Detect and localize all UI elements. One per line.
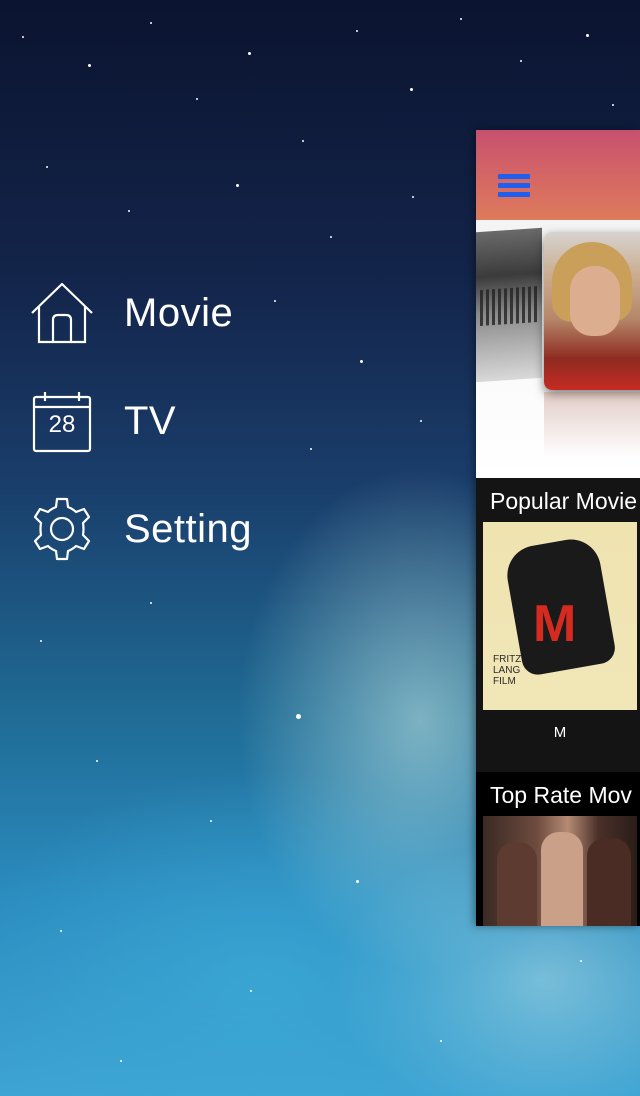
navigation-bar [476, 130, 640, 220]
hamburger-menu-icon[interactable] [498, 174, 530, 200]
star [210, 820, 212, 822]
star [248, 52, 251, 55]
star [40, 640, 42, 642]
star [410, 88, 413, 91]
star [296, 714, 301, 719]
star [96, 760, 98, 762]
poster-text: FRITZ LANG FILM [493, 654, 522, 687]
star [356, 30, 358, 32]
section-title: Popular Movie [490, 488, 638, 514]
star [440, 1040, 442, 1042]
banner-poster-featured[interactable] [544, 232, 640, 390]
star [274, 300, 276, 302]
calendar-day-number: 28 [48, 411, 76, 438]
movie-poster[interactable]: M FRITZ LANG FILM [483, 522, 637, 710]
main-content-panel[interactable]: Popular Movie M FRITZ LANG FILM M Top Rate… [476, 130, 640, 926]
star [412, 196, 414, 198]
app-screen: Movie 28 TV Setting Popular Movie M FRIT… [0, 0, 640, 1096]
popular-movie-section: Popular Movie M FRITZ LANG FILM M [476, 478, 640, 772]
featured-banner[interactable] [476, 220, 640, 478]
star [22, 36, 24, 38]
star [586, 34, 589, 37]
star [330, 236, 332, 238]
drawer-item-label: Setting [124, 506, 253, 551]
banner-reflection [544, 392, 640, 472]
section-title: Top Rate Mov [490, 782, 632, 808]
drawer-item-setting[interactable]: Setting [28, 494, 252, 564]
poster-letter: M [533, 595, 577, 653]
star [460, 18, 462, 20]
top-rated-movie-section: Top Rate Mov [476, 772, 640, 926]
star [46, 166, 48, 168]
star [196, 98, 198, 100]
drawer-item-label: Movie [124, 290, 234, 335]
star [60, 930, 62, 932]
gear-icon [28, 495, 96, 563]
star [310, 448, 312, 450]
banner-poster-left[interactable] [476, 227, 542, 383]
star [612, 104, 614, 106]
star [236, 184, 239, 187]
drawer-item-movie[interactable]: Movie [28, 278, 233, 348]
star [88, 64, 91, 67]
star [356, 880, 359, 883]
star [128, 210, 130, 212]
star [120, 1060, 122, 1062]
movie-poster[interactable] [483, 816, 637, 926]
calendar-icon: 28 [28, 387, 96, 455]
home-icon [28, 279, 96, 347]
star [420, 420, 422, 422]
star [520, 60, 522, 62]
drawer-item-tv[interactable]: 28 TV [28, 386, 176, 456]
star [250, 990, 252, 992]
star [580, 960, 582, 962]
drawer-item-label: TV [124, 398, 177, 443]
star [360, 360, 363, 363]
movie-title: M [553, 724, 567, 741]
star [150, 22, 152, 24]
star [302, 140, 304, 142]
star [150, 602, 152, 604]
